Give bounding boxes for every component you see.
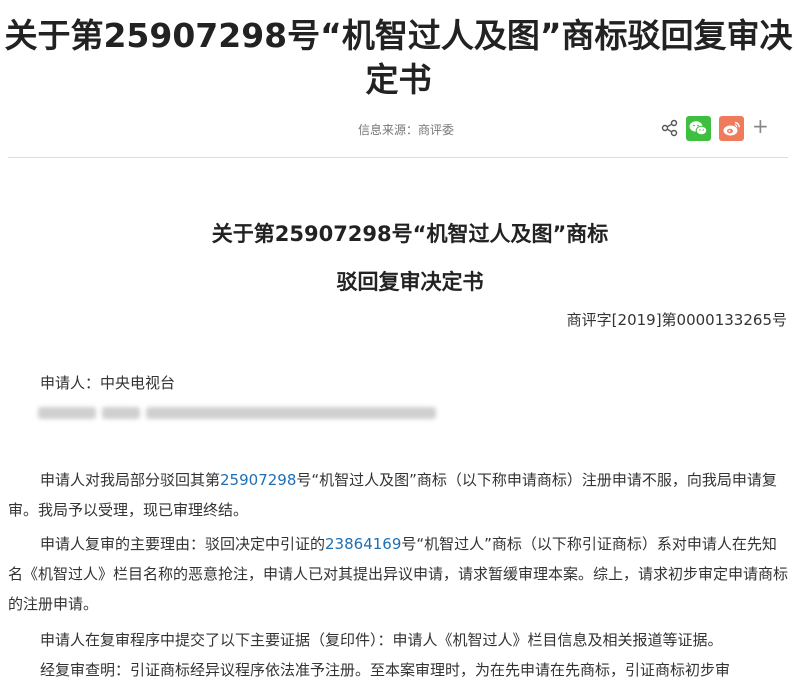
trademark-link-25907298[interactable]: 25907298 bbox=[220, 471, 296, 489]
trademark-link-23864169[interactable]: 23864169 bbox=[325, 535, 401, 553]
meta-row: 信息来源：商评委 + bbox=[0, 114, 797, 142]
paragraph-1: 申请人对我局部分驳回其第25907298号“机智过人及图”商标（以下称申请商标）… bbox=[8, 465, 788, 525]
paragraph-2: 申请人复审的主要理由：驳回决定中引证的23864169号“机智过人”商标（以下称… bbox=[8, 529, 788, 619]
redacted-block bbox=[102, 407, 140, 419]
more-share-icon[interactable]: + bbox=[752, 114, 769, 138]
share-icon[interactable] bbox=[661, 119, 679, 137]
wechat-icon[interactable] bbox=[686, 116, 711, 141]
paragraph-4: 经复审查明：引证商标经异议程序依法准予注册。至本案审理时，为在先申请在先商标，引… bbox=[40, 661, 731, 679]
redacted-block bbox=[146, 407, 436, 419]
paragraph-3: 申请人在复审程序中提交了以下主要证据（复印件）：申请人《机智过人》栏目信息及相关… bbox=[40, 631, 723, 649]
applicant-line: 申请人：中央电视台 bbox=[8, 368, 788, 398]
page-title-line1: 关于第25907298号“机智过人及图”商标驳回复审决 bbox=[4, 16, 793, 55]
page-title: 关于第25907298号“机智过人及图”商标驳回复审决 定书 bbox=[0, 14, 797, 102]
paragraph-2-text-a: 申请人复审的主要理由：驳回决定中引证的 bbox=[40, 535, 326, 553]
applicant-text: 申请人：中央电视台 bbox=[40, 374, 176, 392]
source-label: 信息来源：商评委 bbox=[358, 123, 455, 137]
document-heading-line1: 关于第25907298号“机智过人及图”商标 bbox=[211, 222, 609, 246]
redacted-address bbox=[38, 402, 438, 424]
paragraph-1-text-a: 申请人对我局部分驳回其第 bbox=[40, 471, 221, 489]
page-title-line2: 定书 bbox=[365, 60, 432, 99]
document-heading-line2: 驳回复审决定书 bbox=[336, 270, 484, 294]
redacted-block bbox=[38, 407, 96, 419]
weibo-icon[interactable] bbox=[719, 116, 744, 141]
reference-number: 商评字[2019]第0000133265号 bbox=[566, 311, 787, 329]
divider bbox=[8, 157, 788, 158]
